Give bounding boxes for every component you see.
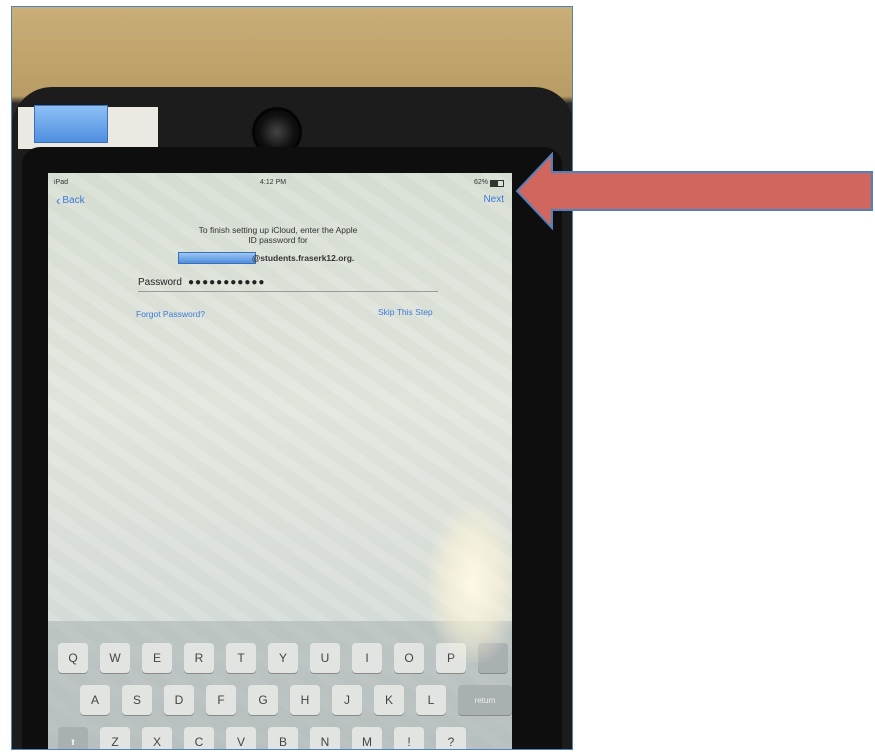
- key-m[interactable]: M: [352, 727, 382, 749]
- key-c[interactable]: C: [184, 727, 214, 749]
- key-q[interactable]: Q: [58, 643, 88, 673]
- back-label: Back: [62, 195, 85, 206]
- pointer-arrow-icon: [515, 152, 873, 230]
- instruction-line-1: To finish setting up iCloud, enter the A…: [198, 225, 358, 235]
- key-n[interactable]: N: [310, 727, 340, 749]
- key-b[interactable]: B: [268, 727, 298, 749]
- key-k[interactable]: K: [374, 685, 404, 715]
- key-l[interactable]: L: [416, 685, 446, 715]
- key-g[interactable]: G: [248, 685, 278, 715]
- password-input[interactable]: ●●●●●●●●●●●: [188, 277, 265, 288]
- key-v[interactable]: V: [226, 727, 256, 749]
- back-button[interactable]: ‹ Back: [56, 192, 85, 208]
- key-x[interactable]: X: [142, 727, 172, 749]
- key-o[interactable]: O: [394, 643, 424, 673]
- status-bar: iPad 4:12 PM 62%: [48, 179, 512, 191]
- skip-step-link[interactable]: Skip This Step: [378, 307, 433, 317]
- battery-percent: 62%: [473, 179, 488, 186]
- key-i[interactable]: I: [352, 643, 382, 673]
- instruction-line-2: ID password for: [248, 235, 308, 245]
- redacted-email: [178, 252, 256, 264]
- return-key[interactable]: return: [458, 685, 512, 715]
- next-button[interactable]: Next: [483, 194, 504, 205]
- shift-icon: ⬆: [69, 737, 77, 747]
- key-j[interactable]: J: [332, 685, 362, 715]
- password-field[interactable]: Password ●●●●●●●●●●●: [138, 273, 438, 292]
- key-r[interactable]: R: [184, 643, 214, 673]
- key-w[interactable]: W: [100, 643, 130, 673]
- key-u[interactable]: U: [310, 643, 340, 673]
- key-z[interactable]: Z: [100, 727, 130, 749]
- chevron-left-icon: ‹: [56, 192, 61, 208]
- light-glare: [428, 503, 512, 663]
- ipad-screen: iPad 4:12 PM 62% ‹ Back Next To finish s…: [48, 173, 512, 749]
- forgot-password-link[interactable]: Forgot Password?: [136, 309, 205, 319]
- key-d[interactable]: D: [164, 685, 194, 715]
- device-photo: iPad 4:12 PM 62% ‹ Back Next To finish s…: [11, 6, 573, 750]
- key-f[interactable]: F: [206, 685, 236, 715]
- key-question[interactable]: ?: [436, 727, 466, 749]
- key-h[interactable]: H: [290, 685, 320, 715]
- status-time: 4:12 PM: [260, 179, 287, 186]
- instruction-text: To finish setting up iCloud, enter the A…: [168, 225, 388, 245]
- key-e[interactable]: E: [142, 643, 172, 673]
- email-domain: @students.fraserk12.org.: [252, 253, 355, 263]
- password-label: Password: [138, 276, 182, 288]
- key-exclamation[interactable]: !: [394, 727, 424, 749]
- key-s[interactable]: S: [122, 685, 152, 715]
- carrier-label: iPad: [54, 179, 69, 186]
- shift-key[interactable]: ⬆: [58, 727, 88, 749]
- key-y[interactable]: Y: [268, 643, 298, 673]
- key-a[interactable]: A: [80, 685, 110, 715]
- redacted-label: [34, 105, 108, 143]
- battery-icon: [490, 180, 504, 187]
- email-row: @students.fraserk12.org.: [178, 252, 354, 264]
- key-t[interactable]: T: [226, 643, 256, 673]
